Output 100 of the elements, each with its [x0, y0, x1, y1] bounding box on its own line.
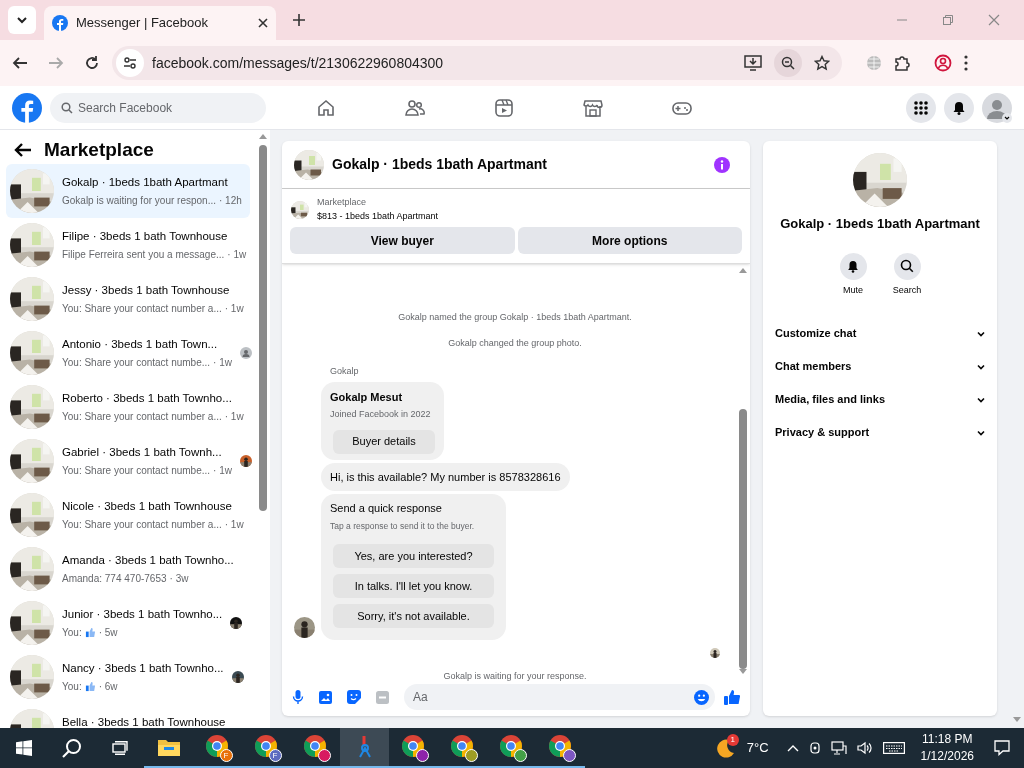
moon-icon[interactable]: [714, 738, 735, 758]
back-icon[interactable]: [12, 55, 28, 71]
chrome-icon: [401, 735, 424, 757]
install-icon[interactable]: [744, 55, 762, 71]
zoom-button[interactable]: [774, 49, 802, 77]
message-preview: You:: [62, 679, 82, 694]
image-icon[interactable]: [319, 690, 332, 704]
notification-center-icon[interactable]: [994, 740, 1010, 756]
seen-avatar-icon: [239, 347, 252, 359]
conversation-title: Filipe · 3beds 1 bath Townhouse: [62, 228, 229, 243]
chrome-icon: [205, 735, 228, 757]
scroll-up-icon[interactable]: [739, 268, 747, 273]
section-item[interactable]: Chat members: [775, 350, 985, 383]
search-field[interactable]: Search Facebook: [50, 92, 266, 123]
action-button[interactable]: View buyer: [290, 227, 515, 254]
facebook-icon: [52, 15, 68, 31]
message-bubble: Hi, is this available? My number is 8578328616: [321, 462, 570, 491]
message-time: · 1w: [224, 301, 244, 316]
close-icon[interactable]: [258, 18, 268, 28]
quick-response-title: Send a quick response: [330, 501, 443, 516]
message-input[interactable]: Aa: [404, 684, 715, 710]
action-button[interactable]: More options: [517, 227, 742, 254]
profile-icon[interactable]: [934, 54, 952, 72]
conversation-title: Bella · 3beds 1 bath Townhouse: [62, 715, 227, 728]
back-arrow-icon[interactable]: [14, 142, 32, 158]
conversation-item[interactable]: Jessy · 3beds 1 bath Townhouse You: Share your contact number a... · 1w: [6, 272, 250, 326]
quick-reply-button[interactable]: In talks. I'll let you know.: [333, 574, 494, 599]
profile-name: Gokalp Mesut: [330, 389, 404, 405]
task-view-icon[interactable]: [112, 741, 128, 755]
avatar-icon[interactable]: [982, 92, 1012, 123]
address-bar[interactable]: facebook.com/messages/t/2130622960804300: [112, 46, 842, 80]
keyboard-icon[interactable]: [882, 742, 905, 754]
site-settings-icon[interactable]: [123, 56, 137, 70]
search-icon[interactable]: [62, 738, 82, 758]
conversation-item[interactable]: Gokalp · 1beds 1bath Apartmant Gokalp is waiting for your respon... · 12h: [6, 164, 250, 218]
conversation-title: Junior · 3beds 1 bath Townho...: [62, 606, 223, 621]
notifications-button[interactable]: [944, 92, 974, 123]
message-preview: You:: [62, 625, 82, 640]
restore-icon[interactable]: [942, 14, 954, 26]
listing-title: $813 - 1beds 1bath Apartmant: [317, 209, 439, 223]
tab-search-button[interactable]: [8, 6, 36, 34]
clock[interactable]: 11:18 PM 1/12/2026: [914, 728, 980, 768]
chat-title: Gokalp · 1beds 1bath Apartmant: [332, 155, 547, 174]
conversation-item[interactable]: Junior · 3beds 1 bath Townho... You: · 5w: [6, 596, 250, 650]
scrollbar-thumb[interactable]: [739, 409, 747, 669]
message-preview: Filipe Ferreira sent you a message...: [62, 247, 225, 262]
sticker-icon[interactable]: [347, 690, 361, 704]
emoji-icon[interactable]: [694, 689, 709, 705]
camera-icon[interactable]: [808, 741, 821, 755]
facebook-logo[interactable]: [12, 92, 42, 123]
quick-reply-button[interactable]: Sorry, it's not available.: [333, 604, 494, 629]
message-time: · 12h: [218, 193, 242, 208]
star-icon[interactable]: [814, 55, 830, 71]
listing-label: Marketplace: [317, 196, 368, 209]
conversation-title: Nancy · 3beds 1 bath Townho...: [62, 660, 224, 675]
search-icon: [61, 101, 73, 114]
reload-icon[interactable]: [84, 55, 100, 71]
conversation-item[interactable]: Nicole · 3beds 1 bath Townhouse You: Share your contact number a... · 1w: [6, 488, 250, 542]
plus-icon[interactable]: [292, 13, 306, 27]
speaker-icon[interactable]: [856, 741, 873, 755]
message-preview: You: Share your contact number a...: [62, 517, 222, 532]
info-icon[interactable]: [714, 156, 730, 173]
network-icon[interactable]: [830, 741, 847, 755]
section-item[interactable]: Privacy & support: [775, 416, 985, 449]
conversation-item[interactable]: Roberto · 3beds 1 bath Townho... You: Share your contact number a... · 1w: [6, 380, 250, 434]
friends-icon[interactable]: [405, 97, 425, 118]
microphone-icon[interactable]: [292, 690, 304, 704]
message-time: · 3w: [169, 571, 189, 586]
video-icon[interactable]: [494, 97, 514, 118]
conversation-title: Roberto · 3beds 1 bath Townho...: [62, 390, 233, 405]
message-preview: Gokalp is waiting for your respon...: [62, 193, 216, 208]
store-icon[interactable]: [583, 97, 603, 118]
chevron-down-icon: [977, 428, 985, 437]
bell-icon: [846, 259, 860, 273]
conversation-item[interactable]: Filipe · 3beds 1 bath Townhouse Filipe Ferreira sent you a message... · 1w: [6, 218, 250, 272]
home-icon[interactable]: [316, 97, 336, 118]
conversation-title: Antonio · 3beds 1 bath Town...: [62, 336, 219, 351]
scroll-down-icon[interactable]: [1013, 717, 1021, 722]
conversation-item[interactable]: Nancy · 3beds 1 bath Townho... You: · 6w: [6, 650, 250, 704]
conversation-item[interactable]: Gabriel · 3beds 1 bath Townh... You: Share your contact numbe... · 1w: [6, 434, 250, 488]
kebab-menu-icon[interactable]: [964, 55, 968, 71]
browser-tab[interactable]: Messenger | Facebook: [44, 6, 276, 40]
conversation-item[interactable]: Amanda · 3beds 1 bath Townho... Amanda: 774 470-7653 · 3w: [6, 542, 250, 596]
message-time: · 1w: [213, 463, 232, 478]
menu-button[interactable]: [906, 92, 936, 123]
chrome-icon: [499, 735, 522, 757]
puzzle-icon[interactable]: [894, 55, 910, 71]
chevron-up-icon[interactable]: [786, 744, 799, 752]
quick-reply-button[interactable]: Yes, are you interested?: [333, 544, 494, 569]
grid-icon: [914, 100, 928, 115]
taskbar-app[interactable]: F: [242, 728, 291, 768]
tab-title: Messenger | Facebook: [76, 14, 209, 33]
scrollbar-thumb[interactable]: [259, 145, 267, 511]
thumbs-up-icon[interactable]: [724, 689, 740, 705]
conversation-title: Gabriel · 3beds 1 bath Townh...: [62, 444, 223, 459]
section-item[interactable]: Media, files and links: [775, 383, 985, 416]
buyer-details-button[interactable]: Buyer details: [333, 429, 435, 454]
section-item[interactable]: Customize chat: [775, 317, 985, 350]
chevron-down-icon: [16, 14, 28, 26]
conversation-item[interactable]: Antonio · 3beds 1 bath Town... You: Share your contact numbe... · 1w: [6, 326, 250, 380]
